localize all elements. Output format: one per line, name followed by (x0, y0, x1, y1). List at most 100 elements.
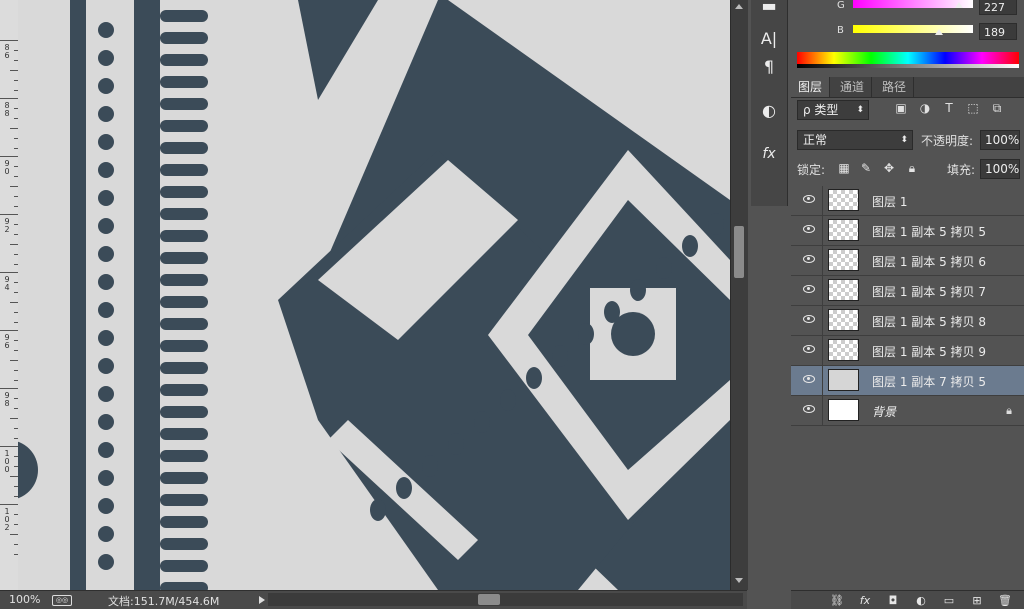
green-value-input[interactable]: 227 (979, 0, 1017, 15)
pattern-oval (552, 345, 568, 367)
zoom-preview-icon[interactable]: ◎◎ (52, 595, 72, 606)
fill-input[interactable]: 100% (980, 159, 1020, 179)
layer-name[interactable]: 图层 1 副本 5 拷贝 9 (872, 343, 986, 360)
layer-name[interactable]: 图层 1 副本 5 拷贝 5 (872, 223, 986, 240)
visibility-eye-icon[interactable] (803, 345, 815, 353)
layer-name[interactable]: 图层 1 副本 5 拷贝 8 (872, 313, 986, 330)
pattern-oval (526, 367, 542, 389)
type-filter-icon[interactable]: T (941, 100, 957, 116)
layer-row[interactable]: 图层 1 副本 5 拷贝 7 (791, 276, 1024, 306)
image-filter-icon[interactable]: ▣ (893, 100, 909, 116)
tool-partial-icon[interactable]: ▬ (754, 0, 784, 15)
blue-value-input[interactable]: 189 (979, 23, 1017, 40)
visibility-eye-icon[interactable] (803, 405, 815, 413)
status-bar: 100% ◎◎ 文档:151.7M/454.6M (0, 590, 747, 609)
visibility-eye-icon[interactable] (803, 225, 815, 233)
lock-transparent-icon[interactable]: ▦ (837, 161, 851, 175)
layer-row[interactable]: 图层 1 副本 5 拷贝 5 (791, 216, 1024, 246)
ruler-tick-label: 86 (4, 43, 10, 60)
filter-kind-select[interactable]: ρ 类型 ⬍ (797, 100, 869, 120)
tab-paths[interactable]: 路径 (875, 77, 915, 97)
pattern-tooth (160, 142, 208, 154)
lock-position-icon[interactable]: ✥ (882, 161, 896, 175)
adjustment-filter-icon[interactable]: ◑ (917, 100, 933, 116)
layer-name[interactable]: 背景 (872, 403, 896, 420)
visibility-eye-icon[interactable] (803, 315, 815, 323)
pattern-dot (98, 134, 114, 150)
visibility-eye-icon[interactable] (803, 375, 815, 383)
group-folder-icon[interactable]: ▭ (941, 593, 957, 607)
pattern-tooth (160, 582, 208, 590)
layer-thumbnail[interactable] (828, 339, 859, 361)
visibility-eye-icon[interactable] (803, 195, 815, 203)
layer-row[interactable]: 背景 🔒︎ (791, 396, 1024, 426)
blend-mode-label: 正常 (803, 133, 828, 147)
fx-icon[interactable]: fx (857, 593, 873, 607)
text-icon[interactable]: A| (754, 24, 784, 52)
layer-row[interactable]: 图层 1 副本 7 拷贝 5 (791, 366, 1024, 396)
layer-thumbnail[interactable] (828, 369, 859, 391)
lock-image-icon[interactable]: ✎ (859, 161, 873, 175)
tab-layers[interactable]: 图层 (791, 77, 831, 97)
fx-icon[interactable]: fx (754, 140, 784, 168)
link-icon[interactable]: ⛓ (829, 593, 845, 607)
layer-thumbnail[interactable] (828, 309, 859, 331)
ruler-tick (10, 534, 18, 535)
color-spectrum[interactable] (797, 52, 1019, 68)
blue-slider-track[interactable] (853, 25, 973, 33)
lock-all-icon[interactable]: 🔒︎ (905, 161, 919, 175)
new-layer-icon[interactable]: ⊞ (969, 593, 985, 607)
horizontal-scrollbar[interactable] (268, 593, 743, 606)
layer-row[interactable]: 图层 1 副本 5 拷贝 9 (791, 336, 1024, 366)
pattern-tooth (160, 318, 208, 330)
status-menu-arrow-icon[interactable] (259, 596, 265, 604)
visibility-eye-icon[interactable] (803, 255, 815, 263)
pattern-tooth (160, 274, 208, 286)
green-slider-handle[interactable] (955, 2, 963, 8)
layer-row[interactable]: 图层 1 (791, 186, 1024, 216)
trash-icon[interactable]: 🗑︎ (997, 593, 1013, 607)
pattern-oval (604, 301, 620, 323)
pattern-tooth (160, 340, 208, 352)
blue-slider-handle[interactable] (935, 29, 943, 35)
scroll-thumb[interactable] (734, 226, 744, 278)
layer-name[interactable]: 图层 1 (872, 193, 907, 210)
pattern-oval (370, 499, 386, 521)
layer-divider (822, 366, 823, 395)
document-canvas[interactable] (18, 0, 730, 590)
smart-object-filter-icon[interactable]: ⧉ (989, 100, 1005, 116)
horizontal-scroll-thumb[interactable] (478, 594, 500, 605)
scroll-up-arrow-icon[interactable] (735, 4, 743, 9)
layer-thumbnail[interactable] (828, 399, 859, 421)
vertical-scrollbar[interactable] (730, 0, 748, 590)
paragraph-icon[interactable]: ¶ (754, 52, 784, 80)
adjustment-icon[interactable]: ◐ (913, 593, 929, 607)
pattern-oval (578, 323, 594, 345)
layer-thumbnail[interactable] (828, 189, 859, 211)
visibility-eye-icon[interactable] (803, 285, 815, 293)
layer-row[interactable]: 图层 1 副本 5 拷贝 6 (791, 246, 1024, 276)
color-wheel-icon[interactable]: ◐ (754, 96, 784, 124)
panel-tools-strip: ▬ A| ¶ ◐ fx (751, 0, 788, 206)
mask-icon[interactable]: ◘ (885, 593, 901, 607)
scroll-down-arrow-icon[interactable] (735, 578, 743, 583)
right-panel: G 227 B 189 图层 通道 路径 ρ 类型 ⬍ ▣ ◑ T ⬚ ⧉ 正常… (791, 0, 1024, 609)
layer-filter-row: ρ 类型 ⬍ ▣ ◑ T ⬚ ⧉ (791, 97, 1024, 123)
layer-divider (822, 276, 823, 305)
zoom-level[interactable]: 100% (9, 593, 40, 606)
pattern-tooth (160, 76, 208, 88)
pattern-oval (682, 235, 698, 257)
pattern-oval (396, 477, 412, 499)
layer-row[interactable]: 图层 1 副本 5 拷贝 8 (791, 306, 1024, 336)
layer-name[interactable]: 图层 1 副本 7 拷贝 5 (872, 373, 986, 390)
layer-name[interactable]: 图层 1 副本 5 拷贝 6 (872, 253, 986, 270)
blend-mode-select[interactable]: 正常 ⬍ (797, 130, 913, 150)
opacity-input[interactable]: 100% (980, 130, 1020, 150)
layer-thumbnail[interactable] (828, 249, 859, 271)
ruler-tick (0, 446, 18, 447)
layer-thumbnail[interactable] (828, 279, 859, 301)
tab-channels[interactable]: 通道 (833, 77, 873, 97)
layer-name[interactable]: 图层 1 副本 5 拷贝 7 (872, 283, 986, 300)
shape-filter-icon[interactable]: ⬚ (965, 100, 981, 116)
layer-thumbnail[interactable] (828, 219, 859, 241)
